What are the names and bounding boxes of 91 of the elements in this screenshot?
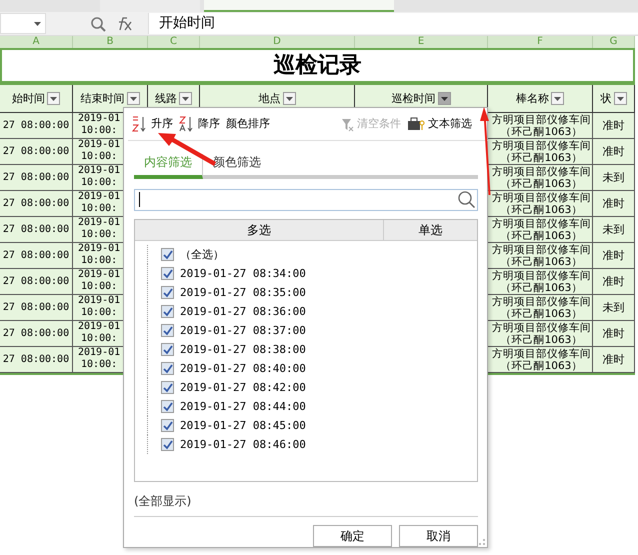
table-cell: 未到 — [593, 165, 635, 190]
list-item-label[interactable]: 2019-01-27 08:37:00 — [180, 324, 306, 337]
list-item-label[interactable]: 2019-01-27 08:44:00 — [180, 400, 306, 413]
table-cell: 方明项目部仪修车间（环己酮1063） — [488, 113, 593, 138]
caret-icon — [616, 96, 624, 100]
checkbox[interactable] — [161, 342, 174, 356]
table-cell: 27 08:00:00 — [0, 295, 73, 320]
header-label: 巡检时间 — [392, 91, 436, 106]
zoom-icon[interactable] — [90, 16, 106, 32]
table-cell: 准时 — [593, 347, 635, 372]
formula-field[interactable]: 开始时间 — [148, 13, 638, 34]
sort-descending-icon — [179, 116, 195, 132]
filter-button[interactable] — [47, 92, 60, 105]
table-cell: 27 08:00:00 — [0, 321, 73, 346]
list-item-label[interactable]: 2019-01-27 08:46:00 — [180, 438, 306, 451]
sort-button[interactable]: 颜色排序 — [226, 116, 270, 132]
table-cell: 方明项目部仪修车间（环己酮1063） — [488, 269, 593, 294]
list-item-label[interactable]: 2019-01-27 08:36:00 — [180, 304, 306, 318]
caret-icon — [554, 96, 561, 100]
search-field[interactable] — [134, 188, 478, 211]
checkbox[interactable] — [161, 266, 174, 280]
table-cell: 准时 — [593, 269, 635, 294]
checkbox[interactable] — [161, 380, 174, 394]
list-item-label[interactable]: 2019-01-27 08:40:00 — [180, 362, 306, 375]
checkbox[interactable] — [161, 286, 174, 299]
status-text: (全部显示) — [134, 493, 478, 517]
table-cell: 方明项目部仪修车间（环己酮1063） — [488, 243, 593, 268]
table-cell: 27 08:00:00 — [0, 191, 73, 216]
header-label: 地点 — [258, 91, 280, 106]
table-cell: 27 08:00:00 — [0, 113, 73, 138]
list-item-label[interactable]: 2019-01-27 08:42:00 — [180, 380, 306, 394]
table-cell: 27 08:00:00 — [0, 217, 73, 242]
list-item-label[interactable]: （全选） — [180, 246, 224, 262]
checkbox[interactable] — [161, 248, 174, 261]
sort-ascending-icon — [132, 116, 148, 132]
caret-icon — [130, 96, 136, 100]
filter-button[interactable] — [126, 92, 140, 105]
caret-icon — [440, 96, 448, 100]
checkbox[interactable] — [161, 400, 174, 413]
caret-icon — [50, 96, 57, 100]
table-cell: 27 08:00:00 — [0, 165, 73, 190]
table-cell: 方明项目部仪修车间（环己酮1063） — [488, 165, 593, 190]
sheet-title: 巡检记录 — [0, 50, 635, 83]
header-label: 始时间 — [12, 91, 45, 106]
filter-button[interactable] — [438, 92, 450, 105]
table-cell: 27 08:00:00 — [0, 269, 73, 294]
toolbar-button[interactable]: 文本筛选 — [407, 116, 472, 132]
header-label: 结束时间 — [80, 91, 124, 106]
header-label: 状 — [600, 91, 612, 106]
search-icon[interactable] — [458, 191, 475, 208]
resize-grip-icon[interactable] — [479, 539, 485, 545]
table-cell: 准时 — [593, 321, 635, 346]
dialog-button[interactable]: 取消 — [399, 525, 478, 547]
table-cell: 27 08:00:00 — [0, 139, 73, 164]
filter-button[interactable] — [614, 92, 626, 105]
list-column-header[interactable]: 单选 — [384, 220, 477, 240]
toolbox-icon — [407, 116, 425, 131]
checkbox[interactable] — [161, 304, 174, 318]
checkbox[interactable] — [161, 418, 174, 432]
header-label: 线路 — [155, 91, 177, 106]
table-cell: 27 08:00:00 — [0, 243, 73, 268]
checkbox[interactable] — [161, 438, 174, 451]
table-cell: 未到 — [593, 217, 635, 242]
list-item-label[interactable]: 2019-01-27 08:34:00 — [180, 266, 306, 280]
checkbox[interactable] — [161, 362, 174, 375]
filter-button[interactable] — [179, 92, 192, 105]
list-item-label[interactable]: 2019-01-27 08:35:00 — [180, 286, 306, 299]
table-cell: 准时 — [593, 243, 635, 268]
table-cell: 方明项目部仪修车间（环己酮1063） — [488, 321, 593, 346]
table-cell: 准时 — [593, 113, 635, 138]
list-item-label[interactable]: 2019-01-27 08:38:00 — [180, 342, 306, 356]
caret-icon — [182, 96, 189, 100]
filter-button[interactable] — [282, 92, 296, 105]
sort-button[interactable]: 降序 — [179, 116, 220, 132]
table-cell: 方明项目部仪修车间（环己酮1063） — [488, 139, 593, 164]
dialog-button[interactable]: 确定 — [313, 525, 392, 547]
table-cell: 未到 — [593, 295, 635, 320]
table-cell: 方明项目部仪修车间（环己酮1063） — [488, 347, 593, 372]
caret-icon — [286, 96, 292, 100]
table-cell: 方明项目部仪修车间（环己酮1063） — [488, 217, 593, 242]
table-cell: 方明项目部仪修车间（环己酮1063） — [488, 295, 593, 320]
dropdown-icon[interactable] — [34, 22, 41, 26]
table-cell: 方明项目部仪修车间（环己酮1063） — [488, 191, 593, 216]
table-cell: 准时 — [593, 139, 635, 164]
list-item-label[interactable]: 2019-01-27 08:45:00 — [180, 418, 306, 432]
table-cell: 27 08:00:00 — [0, 347, 73, 372]
table-cell: 准时 — [593, 191, 635, 216]
filter-button[interactable] — [551, 92, 564, 105]
header-label: 棒名称 — [516, 91, 549, 106]
checkbox[interactable] — [161, 324, 174, 337]
list-column-header[interactable]: 多选 — [135, 220, 384, 240]
